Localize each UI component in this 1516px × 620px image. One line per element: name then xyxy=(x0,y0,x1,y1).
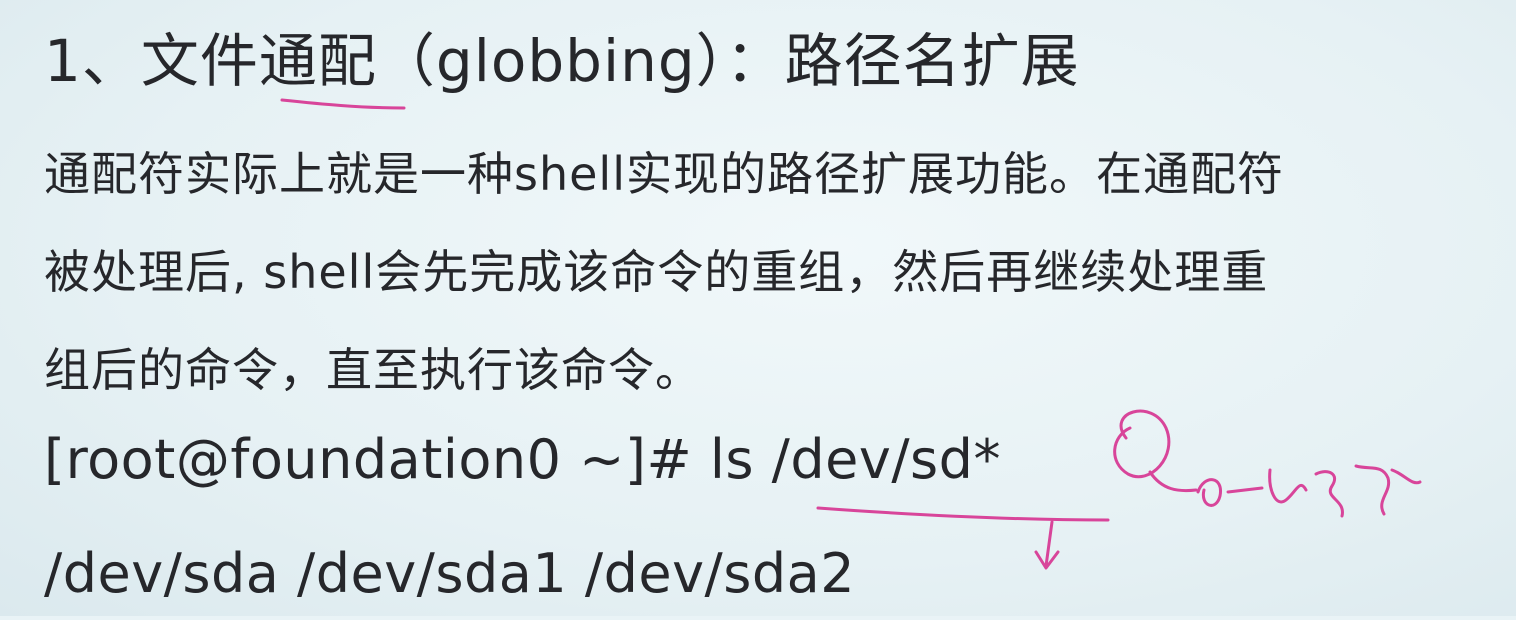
underline-tongpei-mark xyxy=(280,98,406,110)
command-output: /dev/sda /dev/sda1 /dev/sda2 xyxy=(44,542,856,605)
shell-command: [root@foundation0 ~]# ls /dev/sd* xyxy=(44,428,1001,491)
arrow-shaft-mark xyxy=(1148,470,1198,493)
down-arrow-mark xyxy=(1034,520,1060,570)
paragraph-line-1: 通配符实际上就是一种shell实现的路径扩展功能。在通配符 xyxy=(44,147,1284,201)
section-heading: 1、文件通配（globbing）：路径名扩展 xyxy=(44,27,1080,95)
handwriting-squiggle-mark xyxy=(1196,464,1422,518)
circle-star-mark xyxy=(1113,409,1171,479)
paragraph-line-3: 组后的命令，直至执行该命令。 xyxy=(44,343,702,397)
slide-background: 1、文件通配（globbing）：路径名扩展 通配符实际上就是一种shell实现… xyxy=(0,0,1516,616)
paragraph-line-2: 被处理后, shell会先完成该命令的重组，然后再继续处理重 xyxy=(44,245,1269,299)
underline-ls-command-mark xyxy=(816,506,1110,522)
